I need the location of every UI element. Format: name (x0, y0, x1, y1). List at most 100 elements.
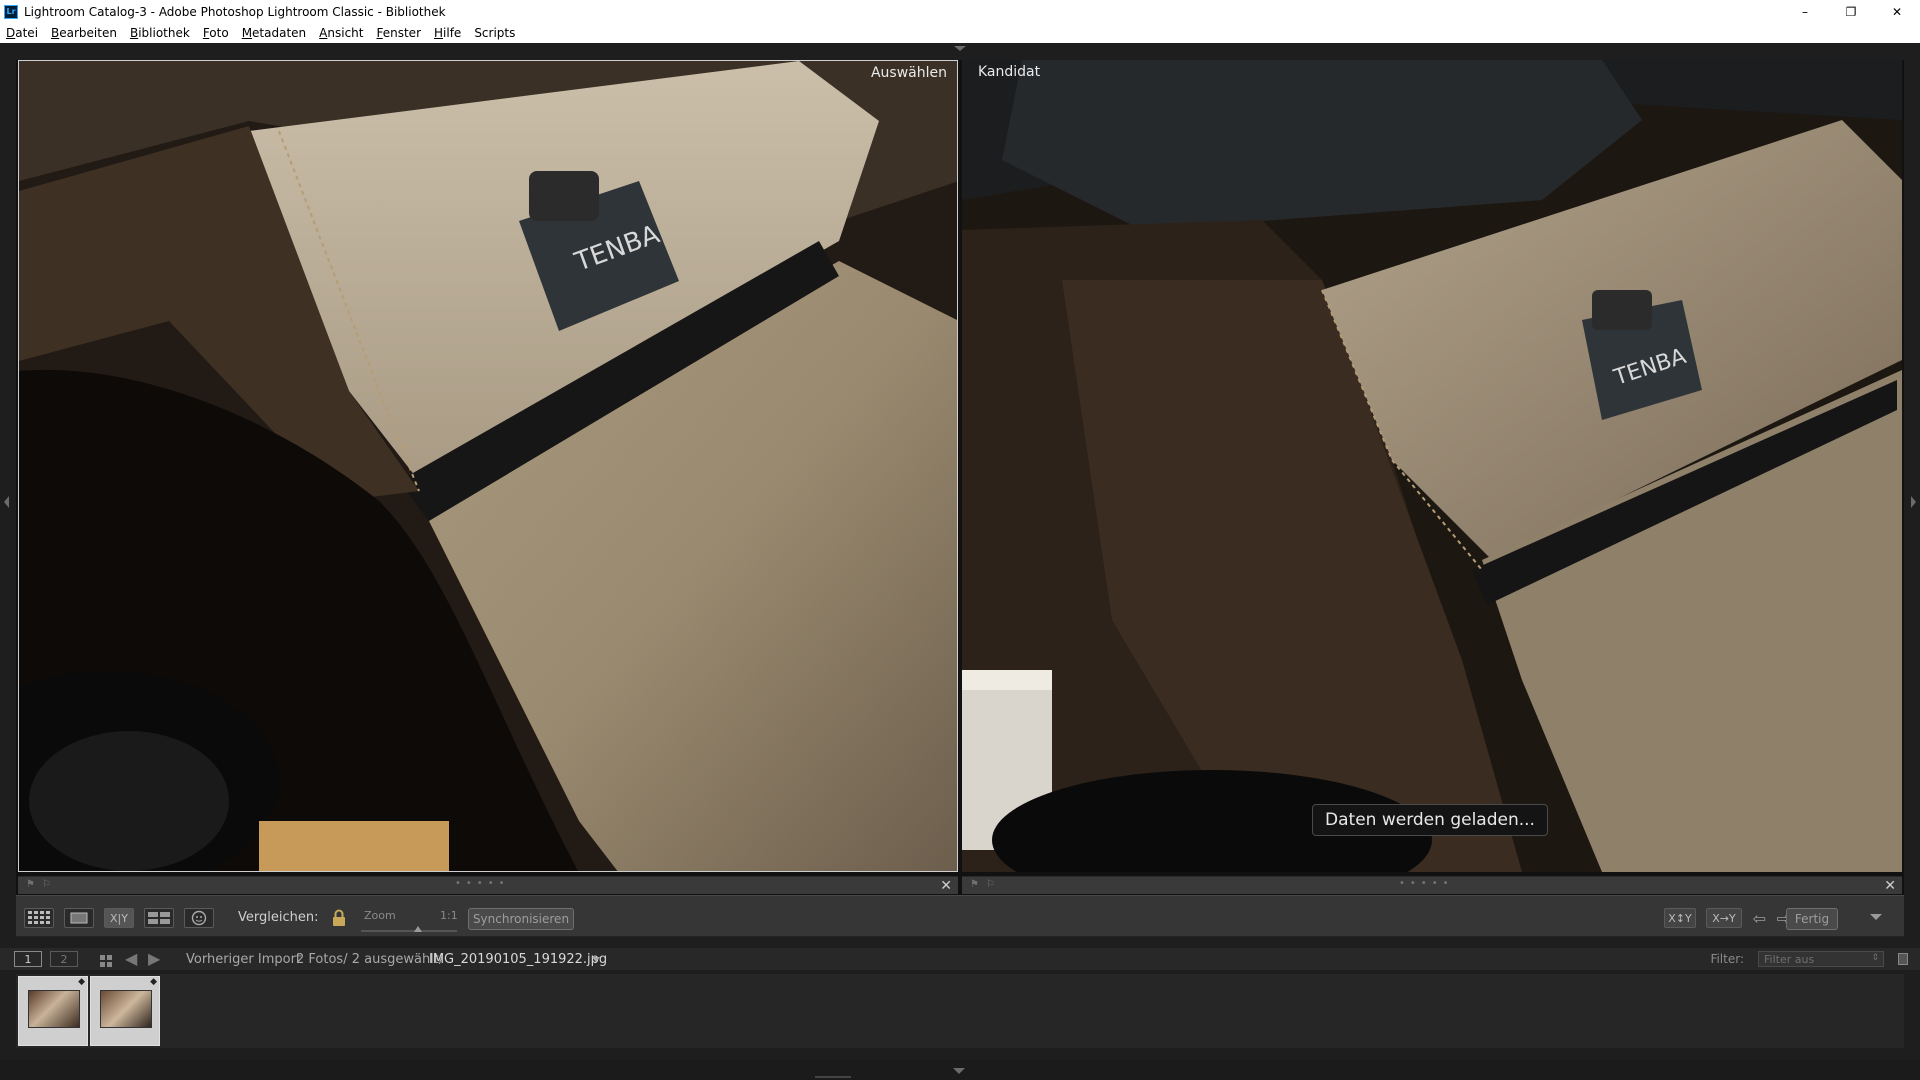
menu-bar: Datei Bearbeiten Bibliothek Foto Metadat… (0, 23, 1920, 43)
selected-filename[interactable]: IMG_20190105_191922.jpg (429, 952, 607, 967)
main-window-button[interactable]: 1 (14, 951, 42, 967)
window-title: Lightroom Catalog-3 - Adobe Photoshop Li… (24, 4, 446, 19)
select-info-strip: ⚑ ⚐ ••••• ✕ (18, 876, 958, 894)
left-panel-toggle-icon[interactable] (4, 496, 9, 508)
thumbnail-badge: ◆ (150, 977, 157, 987)
candidate-photo: TENBA (962, 60, 1902, 872)
make-select-icon[interactable]: X→Y (1706, 908, 1742, 928)
menu-mnemonic: M (241, 26, 253, 40)
thumbnail-badge: ◆ (78, 977, 85, 987)
menu-metadaten[interactable]: Metadaten (242, 26, 306, 40)
back-arrow-icon[interactable]: ◀ (125, 949, 137, 968)
menu-label: enster (382, 26, 421, 40)
filter-value: Filter aus (1764, 953, 1815, 966)
grid-icon[interactable] (100, 953, 113, 972)
loading-indicator: Daten werden geladen... (1312, 804, 1548, 836)
menu-ansicht[interactable]: Ansicht (319, 26, 363, 40)
photo-count: 2 Fotos/ 2 ausgewählt/ (296, 952, 444, 967)
filename-dropdown-icon[interactable] (592, 957, 600, 962)
toolbar-menu-chevron-icon[interactable] (1870, 914, 1882, 920)
minimize-button[interactable]: – (1782, 0, 1828, 23)
loupe-view-icon[interactable] (64, 908, 94, 928)
loupe-glyph (70, 912, 88, 924)
flag-icon[interactable]: ⚑ (970, 880, 980, 890)
window-controls: – ❐ ✕ (1782, 0, 1920, 23)
filmstrip-thumbnail[interactable]: ◆ (18, 976, 88, 1046)
bottom-panel-toggle[interactable] (0, 1060, 1920, 1080)
zoom-value: 1:1 (440, 909, 458, 922)
swap-icon[interactable]: X↕Y (1664, 908, 1696, 928)
select-photo-pane[interactable]: TENBA Auswählen (18, 60, 958, 872)
filter-select[interactable]: Filter aus ⇕ (1758, 951, 1884, 967)
zoom-label: Zoom (364, 909, 396, 922)
collapse-filmstrip-icon (953, 1068, 965, 1074)
grid-glyph (28, 911, 50, 924)
menu-datei[interactable]: Datei (6, 26, 38, 40)
filmstrip: ◆ ◆ (16, 974, 1904, 1048)
menu-label: Scripts (474, 26, 516, 40)
top-panel-toggle[interactable] (0, 43, 1920, 57)
bottom-divider (815, 1076, 851, 1078)
close-candidate-icon[interactable]: ✕ (1884, 878, 1896, 894)
compare-label: Vergleichen: (238, 910, 319, 925)
survey-glyph (148, 912, 170, 924)
flag-icon[interactable]: ⚑ (26, 880, 36, 890)
menu-label: ilfe (443, 26, 462, 40)
close-window-button[interactable]: ✕ (1874, 0, 1920, 23)
title-bar: Lr Lightroom Catalog-3 - Adobe Photoshop… (0, 0, 1920, 23)
menu-fenster[interactable]: Fenster (376, 26, 421, 40)
reject-flag-icon[interactable]: ⚐ (42, 880, 52, 890)
menu-label: atei (15, 26, 39, 40)
second-window-button[interactable]: 2 (50, 951, 78, 967)
done-button[interactable]: Fertig (1786, 908, 1838, 930)
menu-hilfe[interactable]: Hilfe (434, 26, 461, 40)
menu-bibliothek[interactable]: Bibliothek (130, 26, 190, 40)
thumbnail-image (28, 990, 80, 1028)
thumbnail-image (100, 990, 152, 1028)
compare-view-icon[interactable]: X|Y (104, 908, 134, 928)
menu-label: etadaten (252, 26, 307, 40)
collapse-top-panel-icon (954, 46, 966, 51)
filter-select-arrows-icon: ⇕ (1871, 953, 1879, 963)
menu-scripts[interactable]: Scripts (474, 26, 515, 40)
lightroom-app-icon: Lr (4, 4, 18, 19)
candidate-label: Kandidat (978, 64, 1041, 80)
rating-dots[interactable]: ••••• (1399, 878, 1454, 889)
filter-label: Filter: (1710, 952, 1744, 966)
face-glyph (191, 910, 207, 926)
filmstrip-thumbnail[interactable]: ◆ (90, 976, 160, 1046)
menu-mnemonic: B (129, 26, 139, 40)
zoom-slider-handle[interactable] (414, 926, 422, 932)
lock-glyph (333, 909, 345, 926)
menu-bearbeiten[interactable]: Bearbeiten (51, 26, 117, 40)
compare-toolbar: X|Y Vergleichen: Zoom 1:1 Synchronisiere… (16, 895, 1904, 937)
grid-view-icon[interactable] (24, 908, 54, 928)
menu-label: oto (209, 26, 229, 40)
reject-flag-icon[interactable]: ⚐ (986, 880, 996, 890)
previous-photo-arrow-icon[interactable]: ⇦ (1753, 909, 1766, 928)
grid-small-glyph (100, 955, 112, 967)
menu-foto[interactable]: Foto (203, 26, 229, 40)
menu-label: nsicht (327, 26, 364, 40)
menu-label: earbeiten (59, 26, 117, 40)
right-panel-toggle-icon[interactable] (1911, 496, 1916, 508)
candidate-info-strip: ⚑ ⚐ ••••• ✕ (962, 876, 1902, 894)
filmstrip-bar: 1 2 ◀ ▶ Vorheriger Import 2 Fotos/ 2 aus… (0, 948, 1920, 970)
synchronize-button[interactable]: Synchronisieren (468, 908, 574, 930)
select-label: Auswählen (870, 65, 947, 81)
forward-arrow-icon[interactable]: ▶ (148, 949, 160, 968)
zoom-slider[interactable] (361, 930, 457, 932)
menu-label: ibliothek (138, 26, 190, 40)
close-select-icon[interactable]: ✕ (940, 878, 952, 894)
restore-button[interactable]: ❐ (1828, 0, 1874, 23)
lock-icon[interactable] (331, 909, 347, 931)
rating-dots[interactable]: ••••• (455, 878, 510, 889)
candidate-photo-pane[interactable]: TENBA Kandidat Daten werden geladen... (962, 60, 1902, 872)
menu-mnemonic: D (6, 26, 16, 40)
filter-lock-icon[interactable] (1898, 953, 1908, 965)
menu-mnemonic: H (434, 26, 444, 40)
people-view-icon[interactable] (184, 908, 214, 928)
survey-view-icon[interactable] (144, 908, 174, 928)
select-photo: TENBA (19, 61, 957, 871)
source-label[interactable]: Vorheriger Import (186, 952, 301, 967)
